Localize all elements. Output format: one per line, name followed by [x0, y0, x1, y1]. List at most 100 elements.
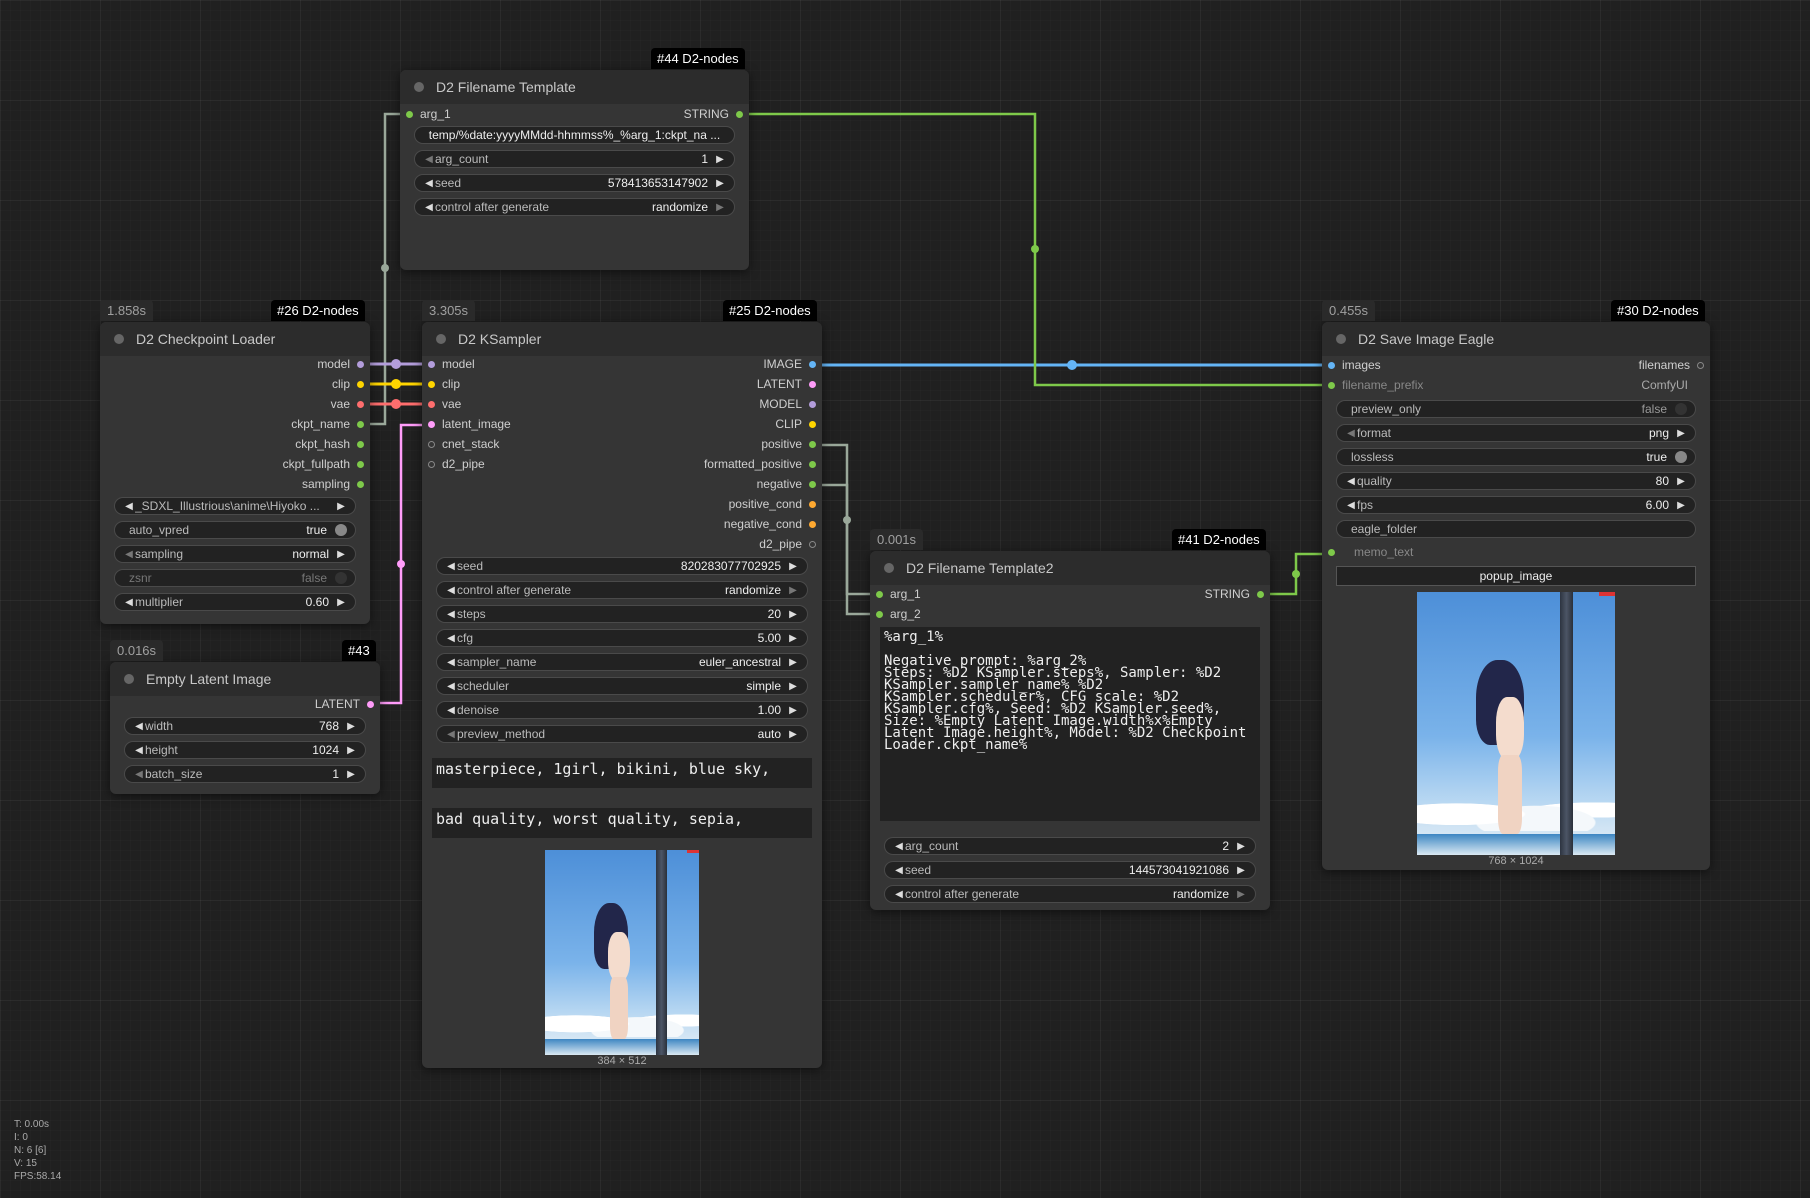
increment-arrow-icon[interactable]: ▶	[1235, 841, 1247, 852]
slot-dot-icon[interactable]	[357, 420, 364, 428]
slot-dot-icon[interactable]	[428, 400, 435, 408]
output-slot-latent[interactable]: LATENT	[315, 696, 374, 712]
input-slot-vae[interactable]: vae	[428, 396, 461, 412]
slot-dot-icon[interactable]	[809, 440, 816, 448]
slot-dot-icon[interactable]	[1328, 361, 1335, 369]
decrement-arrow-icon[interactable]: ◀	[423, 154, 435, 165]
widget-seed[interactable]: ◀ seed 820283077702925 ▶	[436, 557, 808, 575]
input-slot-clip[interactable]: clip	[428, 376, 460, 392]
increment-arrow-icon[interactable]: ▶	[787, 633, 799, 644]
slot-dot-icon[interactable]	[357, 360, 364, 368]
decrement-arrow-icon[interactable]: ◀	[423, 202, 435, 213]
output-slot-ckpt-name[interactable]: ckpt_name	[291, 416, 364, 432]
increment-arrow-icon[interactable]: ▶	[714, 178, 726, 189]
slot-dot-icon[interactable]	[876, 610, 883, 618]
slot-dot-icon[interactable]	[809, 400, 816, 408]
decrement-arrow-icon[interactable]: ◀	[123, 549, 135, 560]
slot-dot-icon[interactable]	[809, 360, 816, 368]
slot-dot-icon[interactable]	[428, 360, 435, 368]
output-slot-positive-cond[interactable]: positive_cond	[729, 496, 816, 512]
decrement-arrow-icon[interactable]: ◀	[445, 633, 457, 644]
widget-fps[interactable]: ◀ fps 6.00 ▶	[1336, 496, 1696, 514]
decrement-arrow-icon[interactable]: ◀	[445, 657, 457, 668]
collapse-dot-icon[interactable]	[124, 674, 134, 684]
node-header[interactable]: Empty Latent Image	[110, 662, 380, 696]
decrement-arrow-icon[interactable]: ◀	[893, 889, 905, 900]
widget-arg-count[interactable]: ◀ arg_count 1 ▶	[414, 150, 735, 168]
widget-control-after-generate[interactable]: ◀ control after generate randomize ▶	[436, 581, 808, 599]
output-slot-clip[interactable]: clip	[332, 376, 364, 392]
widget-seed[interactable]: ◀ seed 144573041921086 ▶	[884, 861, 1256, 879]
input-slot-latent-image[interactable]: latent_image	[428, 416, 511, 432]
slot-dot-icon[interactable]	[809, 540, 816, 548]
increment-arrow-icon[interactable]: ▶	[1675, 476, 1687, 487]
input-slot-model[interactable]: model	[428, 356, 475, 372]
slot-dot-icon[interactable]	[406, 110, 413, 118]
widget-control-after-generate[interactable]: ◀ control after generate randomize ▶	[884, 885, 1256, 903]
increment-arrow-icon[interactable]: ▶	[1675, 428, 1687, 439]
decrement-arrow-icon[interactable]: ◀	[445, 585, 457, 596]
decrement-arrow-icon[interactable]: ◀	[1345, 428, 1357, 439]
widget-scheduler[interactable]: ◀ scheduler simple ▶	[436, 677, 808, 695]
input-slot-d2-pipe[interactable]: d2_pipe	[428, 456, 485, 472]
output-slot-ckpt-hash[interactable]: ckpt_hash	[295, 436, 364, 452]
decrement-arrow-icon[interactable]: ◀	[1345, 476, 1357, 487]
slot-dot-icon[interactable]	[357, 400, 364, 408]
increment-arrow-icon[interactable]: ▶	[1675, 500, 1687, 511]
node-filename-template2[interactable]: D2 Filename Template2 arg_1 arg_2 STRING…	[870, 551, 1270, 910]
widget-auto-vpred[interactable]: auto_vpred true	[114, 521, 356, 539]
widget-arg-count[interactable]: ◀ arg_count 2 ▶	[884, 837, 1256, 855]
slot-dot-icon[interactable]	[357, 440, 364, 448]
decrement-arrow-icon[interactable]: ◀	[445, 561, 457, 572]
slot-dot-icon[interactable]	[1328, 381, 1335, 389]
increment-arrow-icon[interactable]: ▶	[1235, 865, 1247, 876]
slot-dot-icon[interactable]	[1697, 361, 1704, 369]
decrement-arrow-icon[interactable]: ◀	[1345, 500, 1357, 511]
widget-eagle-folder[interactable]: eagle_folder	[1336, 520, 1696, 538]
increment-arrow-icon[interactable]: ▶	[787, 681, 799, 692]
output-slot-ckpt-fullpath[interactable]: ckpt_fullpath	[283, 456, 364, 472]
widget-sampling[interactable]: ◀ sampling normal ▶	[114, 545, 356, 563]
widget-batch-size[interactable]: ◀ batch_size 1 ▶	[124, 765, 366, 783]
increment-arrow-icon[interactable]: ▶	[345, 769, 357, 780]
collapse-dot-icon[interactable]	[114, 334, 124, 344]
slot-dot-icon[interactable]	[809, 460, 816, 468]
widget-seed[interactable]: ◀ seed 578413653147902 ▶	[414, 174, 735, 192]
collapse-dot-icon[interactable]	[414, 82, 424, 92]
output-slot-string[interactable]: STRING	[684, 106, 743, 122]
widget-steps[interactable]: ◀ steps 20 ▶	[436, 605, 808, 623]
input-slot-memo-text[interactable]: memo_text	[1328, 544, 1413, 560]
increment-arrow-icon[interactable]: ▶	[787, 705, 799, 716]
slot-dot-icon[interactable]	[809, 380, 816, 388]
output-slot-sampling[interactable]: sampling	[302, 476, 364, 492]
decrement-arrow-icon[interactable]: ◀	[133, 769, 145, 780]
increment-arrow-icon[interactable]: ▶	[787, 585, 799, 596]
increment-arrow-icon[interactable]: ▶	[787, 561, 799, 572]
output-slot-model[interactable]: model	[317, 356, 364, 372]
slot-dot-icon[interactable]	[428, 440, 435, 448]
slot-dot-icon[interactable]	[809, 480, 816, 488]
widget-zsnr[interactable]: zsnr false	[114, 569, 356, 587]
increment-arrow-icon[interactable]: ▶	[335, 597, 347, 608]
widget-ckpt-name[interactable]: ◀ _SDXL_Illustrious\anime\Hiyoko ... ▶	[114, 497, 356, 515]
input-slot-cnet-stack[interactable]: cnet_stack	[428, 436, 499, 452]
output-slot-formatted-positive[interactable]: formatted_positive	[704, 456, 816, 472]
node-checkpoint-loader[interactable]: D2 Checkpoint Loader model clip vae ckpt…	[100, 322, 370, 624]
slot-dot-icon[interactable]	[809, 500, 816, 508]
decrement-arrow-icon[interactable]: ◀	[133, 745, 145, 756]
template-textarea[interactable]: %arg_1% Negative prompt: %arg_2% Steps: …	[880, 627, 1260, 821]
popup-image-button[interactable]: popup_image	[1336, 566, 1696, 586]
output-slot-latent[interactable]: LATENT	[757, 376, 816, 392]
input-slot-images[interactable]: images	[1328, 357, 1381, 373]
widget-height[interactable]: ◀ height 1024 ▶	[124, 741, 366, 759]
slot-dot-icon[interactable]	[428, 420, 435, 428]
widget-width[interactable]: ◀ width 768 ▶	[124, 717, 366, 735]
decrement-arrow-icon[interactable]: ◀	[893, 841, 905, 852]
node-header[interactable]: D2 Checkpoint Loader	[100, 322, 370, 356]
collapse-dot-icon[interactable]	[884, 563, 894, 573]
slot-dot-icon[interactable]	[876, 590, 883, 598]
negative-prompt-textarea[interactable]: bad quality, worst quality, sepia,	[432, 808, 812, 838]
widget-quality[interactable]: ◀ quality 80 ▶	[1336, 472, 1696, 490]
input-slot-filename-prefix[interactable]: filename_prefix ComfyUI	[1328, 377, 1688, 393]
input-slot-arg-2[interactable]: arg_2	[876, 606, 921, 622]
